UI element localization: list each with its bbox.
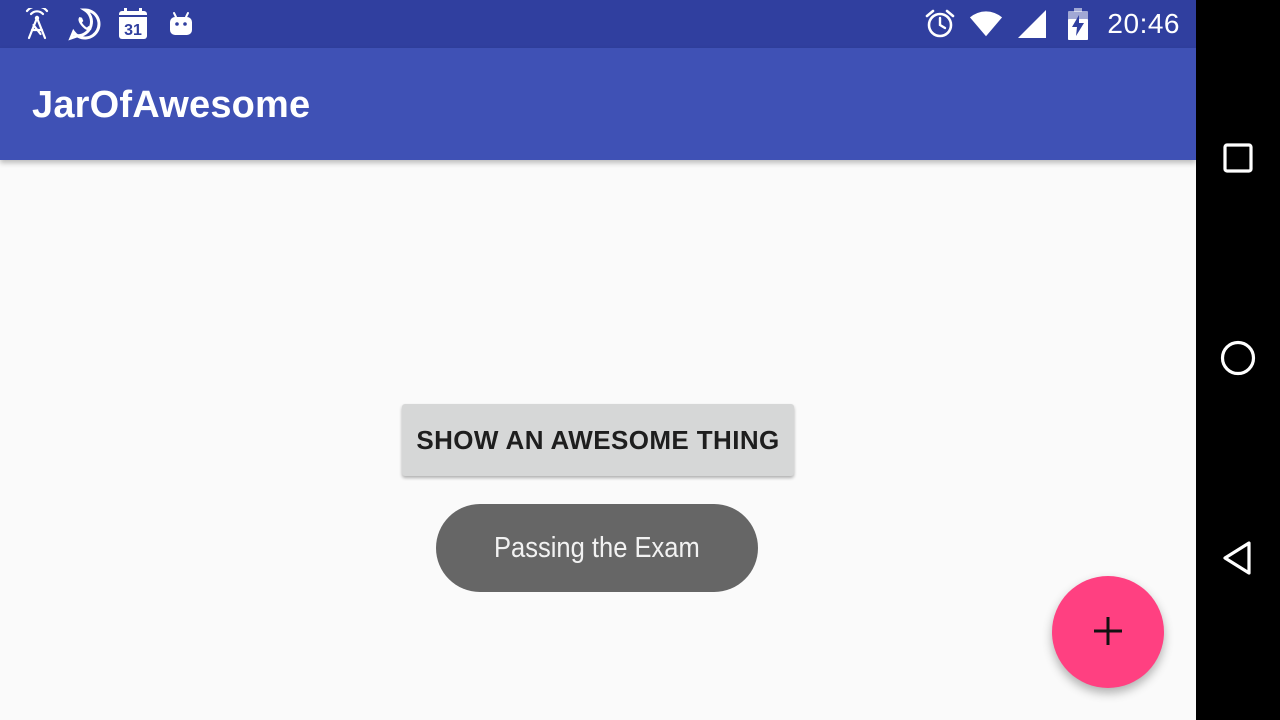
alarm-icon — [923, 7, 957, 41]
calendar-icon: 31 — [116, 7, 150, 41]
signal-icon — [1015, 7, 1049, 41]
app-title: JarOfAwesome — [32, 84, 311, 126]
app-bar: JarOfAwesome — [0, 48, 1196, 160]
cell-tower-icon — [20, 7, 54, 41]
recents-button[interactable] — [1196, 118, 1280, 202]
add-fab-button[interactable] — [1052, 576, 1164, 688]
android-icon — [164, 7, 198, 41]
toast-text: Passing the Exam — [494, 531, 700, 564]
app-screen: 31 20:46 JarOfAwesome SHOW AN AWESOME TH… — [0, 0, 1196, 720]
status-clock: 20:46 — [1107, 8, 1180, 39]
wifi-icon — [969, 7, 1003, 41]
home-circle-icon — [1218, 338, 1258, 383]
show-awesome-thing-button[interactable]: SHOW AN AWESOME THING — [402, 404, 794, 476]
navigation-bar — [1196, 0, 1280, 720]
back-button[interactable] — [1196, 518, 1280, 602]
home-button[interactable] — [1196, 318, 1280, 402]
calendar-day-text: 31 — [124, 22, 142, 39]
back-triangle-icon — [1218, 538, 1258, 583]
plus-icon — [1091, 614, 1125, 651]
notification-icons: 31 — [20, 6, 198, 42]
battery-charging-icon — [1061, 7, 1095, 41]
whatsapp-icon — [68, 7, 102, 41]
recents-square-icon — [1220, 140, 1256, 181]
toast-message: Passing the Exam — [436, 504, 758, 592]
system-status-icons: 20:46 — [923, 6, 1180, 42]
status-bar: 31 20:46 — [0, 0, 1196, 48]
